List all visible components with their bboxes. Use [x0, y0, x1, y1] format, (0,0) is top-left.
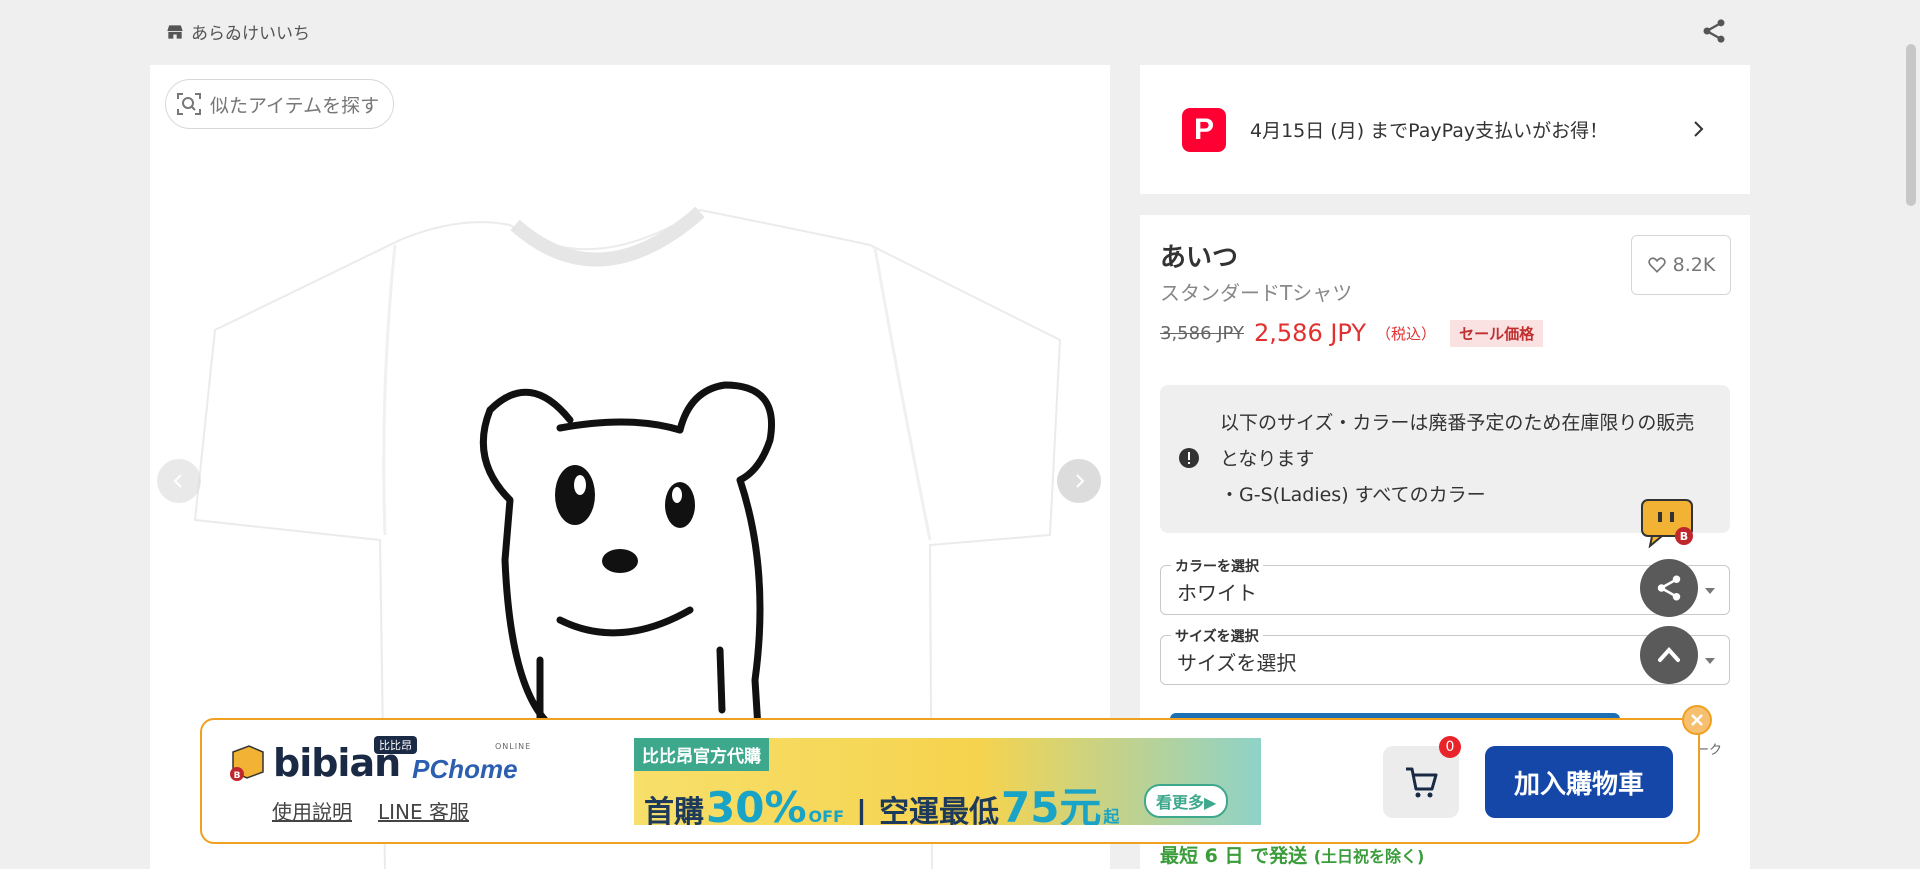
- share-icon: [1657, 575, 1681, 601]
- gallery-prev-button[interactable]: [157, 459, 201, 503]
- chevron-right-icon: [1694, 121, 1704, 137]
- pchome-online-tag: ONLINE: [495, 742, 532, 751]
- shop-icon: [167, 24, 183, 39]
- price-row: 3,586 JPY 2,586 JPY （税込） セール価格: [1160, 319, 1544, 347]
- bibian-cart-button[interactable]: 0: [1383, 736, 1461, 818]
- shipping-text: 最短 6 日 で発送: [1160, 845, 1308, 867]
- banner-qi: 起: [1103, 807, 1120, 825]
- shipping-estimate: 最短 6 日 で発送 (土日祝を除く): [1160, 841, 1424, 868]
- find-similar-button[interactable]: 似たアイテムを探す: [165, 79, 395, 129]
- scroll-to-top-button[interactable]: [1640, 626, 1698, 684]
- chevron-up-icon: [1658, 647, 1680, 662]
- line-support-link[interactable]: LINE 客服: [378, 796, 469, 825]
- pchome-wordmark: PChome: [412, 754, 518, 784]
- cart-icon: [1406, 767, 1438, 798]
- box-mascot-icon: B: [230, 745, 264, 781]
- sale-badge: セール価格: [1450, 319, 1544, 347]
- favorite-count: 8.2K: [1672, 254, 1716, 276]
- find-similar-label: 似たアイテムを探す: [210, 94, 380, 117]
- image-search-icon: [177, 93, 201, 115]
- notice-line-1: 以下のサイズ・カラーは廃番予定のため在庫限りの販売となります: [1220, 412, 1695, 470]
- bibian-chinese-tag: 比比昂: [374, 736, 417, 754]
- size-select-value: サイズを選択: [1177, 651, 1297, 675]
- banner-ship: 空運最低: [878, 795, 999, 825]
- chat-icon[interactable]: B: [1640, 498, 1696, 548]
- svg-text:B: B: [1680, 530, 1688, 543]
- banner-more-button[interactable]: 看更多▶: [1144, 784, 1229, 818]
- page-scrollbar[interactable]: [1900, 0, 1920, 869]
- paypay-logo: P: [1182, 107, 1226, 152]
- favorite-button[interactable]: 8.2K: [1631, 235, 1731, 295]
- share-icon[interactable]: [1700, 17, 1728, 45]
- caret-down-icon: [1705, 588, 1715, 594]
- top-bar: あらゐけいいち: [0, 0, 1900, 62]
- product-title: あいつ: [1160, 243, 1239, 273]
- alert-icon: [1179, 448, 1199, 468]
- heart-icon: [1647, 257, 1666, 273]
- close-overlay-button[interactable]: [1682, 705, 1712, 735]
- caret-down-icon: [1705, 658, 1715, 664]
- banner-percent: 30%: [706, 783, 807, 825]
- banner-price: 75元: [1000, 783, 1102, 825]
- banner-tag: 比比昂官方代購: [634, 738, 769, 771]
- chevron-left-icon: [173, 474, 182, 488]
- notice-line-2: ・G-S(Ladies) すべてのカラー: [1220, 484, 1486, 506]
- banner-headline: 首購 30% OFF | 空運最低 75元 起: [644, 774, 1119, 825]
- help-link[interactable]: 使用說明: [272, 796, 352, 825]
- promo-text: 4月15日 (月) までPayPay支払いがお得！: [1250, 120, 1609, 142]
- color-select-value: ホワイト: [1177, 581, 1257, 605]
- close-icon: [1691, 714, 1703, 726]
- size-select-label: サイズを選択: [1171, 626, 1263, 646]
- bibian-links: 使用說明 LINE 客服: [272, 796, 469, 825]
- banner-first: 首購: [644, 795, 704, 825]
- floating-share-button[interactable]: [1640, 559, 1698, 617]
- banner-off: OFF: [808, 807, 844, 825]
- notice-text: 以下のサイズ・カラーは廃番予定のため在庫限りの販売となります ・G-S(Ladi…: [1220, 405, 1710, 513]
- paypay-promo-banner[interactable]: P 4月15日 (月) までPayPay支払いがお得！: [1140, 65, 1750, 194]
- shop-link[interactable]: あらゐけいいち: [165, 19, 310, 44]
- bibian-overlay-bar: B bibian PChome 比比昂 ONLINE 使用說明 LINE 客服 …: [200, 718, 1700, 844]
- shipping-note: (土日祝を除く): [1313, 847, 1425, 866]
- product-subtitle[interactable]: スタンダードTシャツ: [1160, 277, 1352, 306]
- color-select-label: カラーを選択: [1171, 556, 1263, 576]
- svg-text:B: B: [234, 771, 241, 781]
- chevron-right-icon: [1076, 474, 1085, 488]
- bibian-promo-banner[interactable]: 比比昂官方代購 首購 30% OFF | 空運最低 75元 起 看更多▶: [634, 738, 1261, 825]
- gallery-next-button[interactable]: [1057, 459, 1101, 503]
- tax-note: （税込）: [1376, 324, 1437, 343]
- bibian-add-to-cart-button[interactable]: 加入購物車: [1485, 746, 1673, 818]
- bibian-logo[interactable]: B bibian PChome 比比昂 ONLINE: [227, 736, 530, 784]
- cart-count-badge: 0: [1439, 736, 1461, 758]
- shop-name: あらゐけいいち: [191, 24, 310, 44]
- original-price: 3,586 JPY: [1160, 322, 1245, 344]
- sale-price: 2,586 JPY: [1254, 319, 1367, 347]
- scrollbar-thumb[interactable]: [1906, 44, 1916, 206]
- banner-divider: |: [856, 795, 867, 825]
